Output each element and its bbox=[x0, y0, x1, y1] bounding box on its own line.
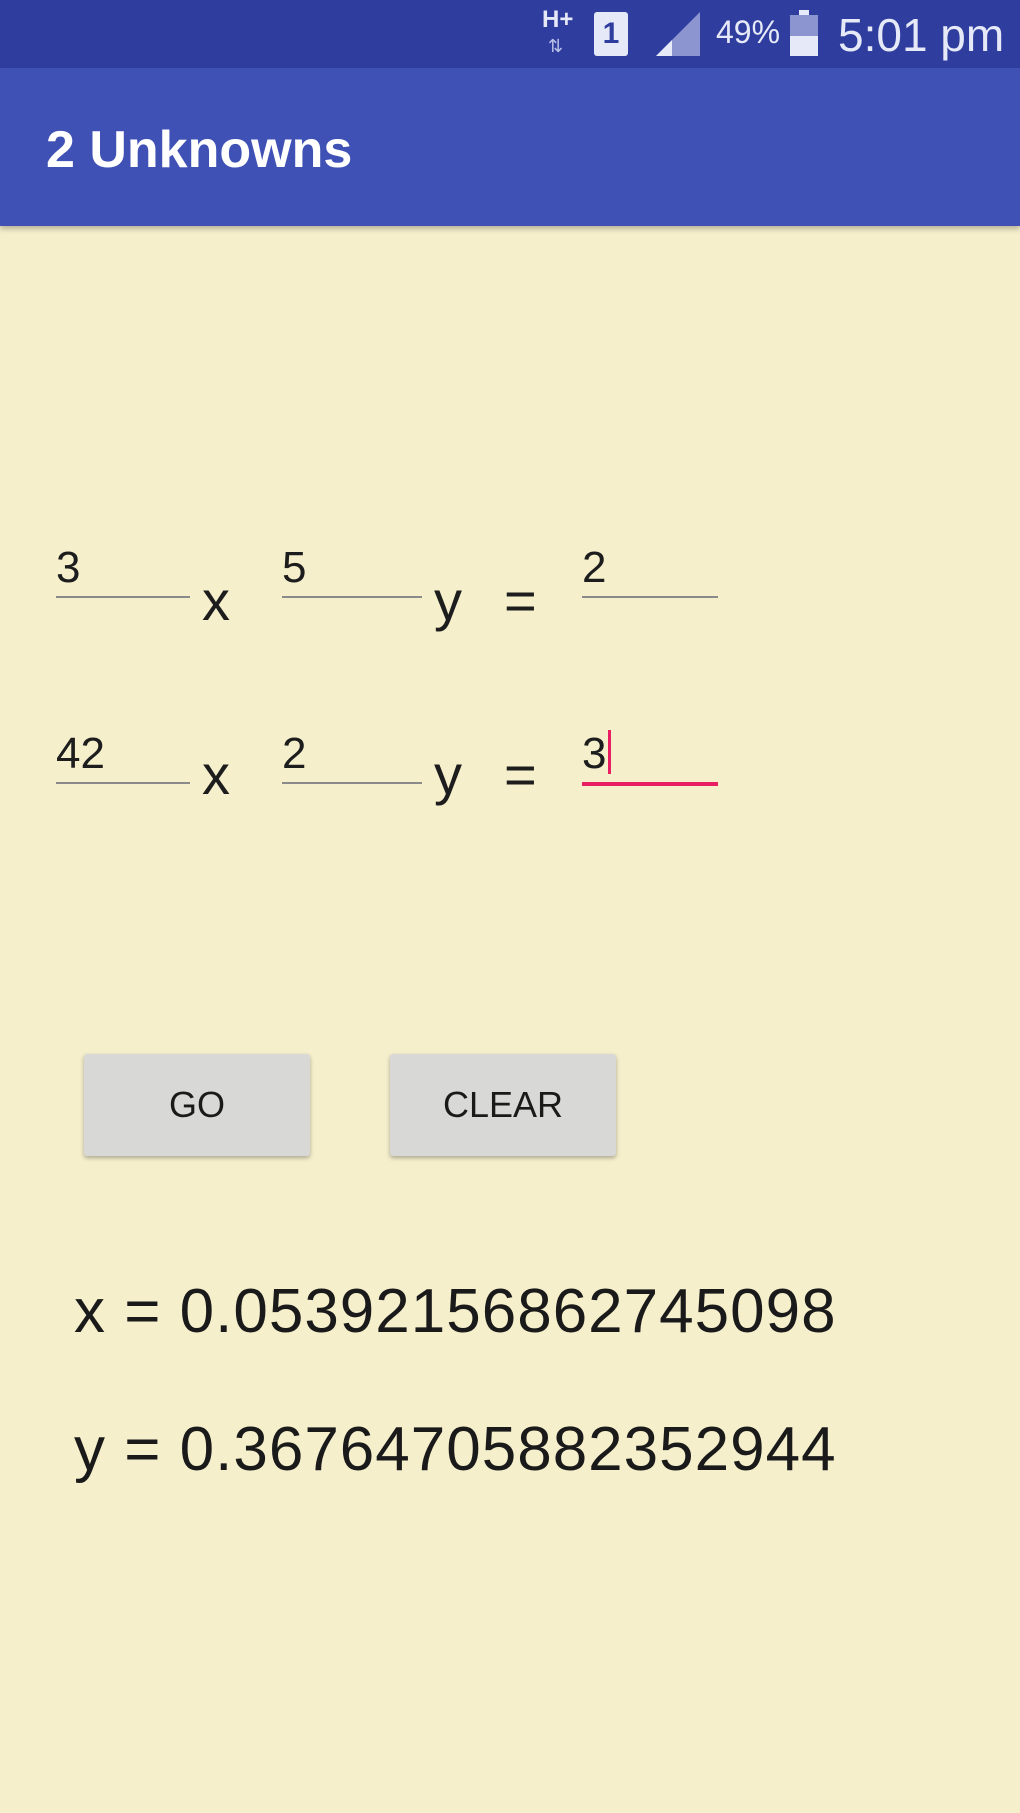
eq1-constant-value: 2 bbox=[582, 543, 607, 592]
battery-percent: 49% bbox=[716, 14, 781, 50]
sim-slot-label: 1 bbox=[602, 17, 620, 50]
eq2-y-coefficient-value: 2 bbox=[282, 729, 307, 778]
eq1-x-coefficient-input[interactable]: 3 bbox=[56, 540, 190, 598]
sim-card-icon: 1 bbox=[594, 12, 628, 56]
battery-level-fill bbox=[790, 35, 818, 56]
eq2-constant-input[interactable]: 3 bbox=[582, 726, 718, 786]
eq1-constant-input[interactable]: 2 bbox=[582, 540, 718, 598]
eq2-x-symbol: x bbox=[202, 743, 230, 806]
eq1-equals-sign: = bbox=[504, 569, 537, 632]
network-type-label: H+ bbox=[542, 6, 574, 33]
eq2-y-symbol: y bbox=[434, 743, 462, 806]
eq1-x-coefficient-value: 3 bbox=[56, 543, 81, 592]
eq2-constant-value: 3 bbox=[582, 729, 607, 778]
status-bar: H+ ⇅ 1 49% 5:01 pm bbox=[0, 0, 1020, 68]
network-type-icon: H+ ⇅ bbox=[540, 6, 584, 60]
eq2-y-coefficient-input[interactable]: 2 bbox=[282, 726, 422, 784]
x-result: x = 0.0539215686274509​8 bbox=[74, 1277, 837, 1346]
eq1-y-coefficient-input[interactable]: 5 bbox=[282, 540, 422, 598]
eq1-x-symbol: x bbox=[202, 569, 230, 632]
battery-icon bbox=[790, 10, 818, 56]
signal-strength-icon bbox=[652, 10, 702, 58]
clear-button[interactable]: CLEAR bbox=[390, 1054, 616, 1156]
eq2-equals-sign: = bbox=[504, 743, 537, 806]
go-button[interactable]: GO bbox=[84, 1054, 310, 1156]
data-arrows-icon: ⇅ bbox=[548, 36, 564, 56]
text-cursor bbox=[608, 730, 612, 774]
clock: 5:01 pm bbox=[838, 9, 1005, 61]
app-bar: 2 Unknowns bbox=[0, 68, 1020, 226]
y-result: y = 0.36764705882352944 bbox=[74, 1415, 837, 1484]
eq2-x-coefficient-input[interactable]: 42 bbox=[56, 726, 190, 784]
eq2-x-coefficient-value: 42 bbox=[56, 729, 105, 778]
app-title: 2 Unknowns bbox=[46, 121, 353, 179]
eq1-y-symbol: y bbox=[434, 569, 462, 632]
eq1-y-coefficient-value: 5 bbox=[282, 543, 307, 592]
